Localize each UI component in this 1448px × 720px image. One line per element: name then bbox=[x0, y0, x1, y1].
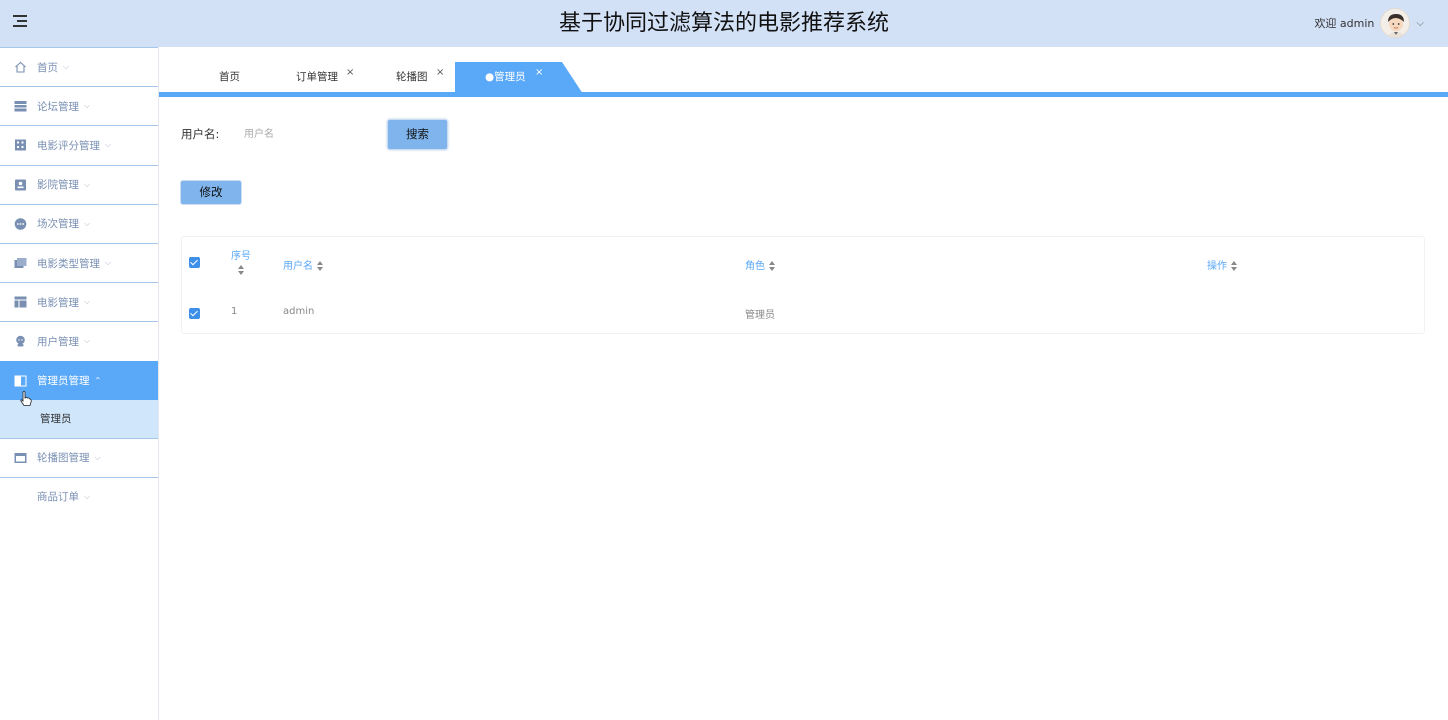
chevron-down-icon: ⌵ bbox=[84, 101, 91, 111]
search-button[interactable]: 搜索 bbox=[387, 119, 448, 150]
sidebar-item-cinemas[interactable]: 影院管理 ⌵ bbox=[0, 164, 158, 204]
column-header-index[interactable]: 序号 bbox=[230, 247, 252, 275]
list-icon bbox=[14, 100, 27, 112]
column-header-label: 序号 bbox=[231, 251, 251, 262]
page-title: 基于协同过滤算法的电影推荐系统 bbox=[558, 11, 889, 36]
banner-icon bbox=[14, 452, 27, 464]
welcome-text: 欢迎 admin bbox=[1314, 17, 1375, 30]
tab-banners[interactable]: 轮播图 × bbox=[396, 62, 444, 92]
select-all-checkbox[interactable] bbox=[189, 257, 200, 268]
sidebar: 首页 ⌵ 论坛管理 ⌵ 电影评分管理 ⌵ 影院管理 ⌵ 场次管理 ⌵ 电影类型管… bbox=[0, 47, 159, 720]
sidebar-subitem-label: 管理员 bbox=[40, 413, 72, 426]
close-icon[interactable]: × bbox=[346, 58, 354, 88]
sidebar-item-label: 轮播图管理 bbox=[37, 452, 90, 465]
chevron-down-icon: ⌵ bbox=[84, 297, 91, 307]
contact-icon bbox=[14, 179, 27, 191]
column-header-label: 用户名 bbox=[283, 261, 313, 272]
sidebar-item-label: 管理员管理 bbox=[37, 375, 90, 388]
tab-orders[interactable]: 订单管理 × bbox=[296, 62, 354, 92]
user-icon bbox=[14, 335, 27, 347]
sidebar-item-label: 电影管理 bbox=[37, 296, 79, 309]
username-search-input[interactable] bbox=[236, 122, 376, 146]
chevron-down-icon: ⌵ bbox=[105, 258, 112, 268]
column-header-actions[interactable]: 操作 bbox=[1207, 257, 1237, 272]
edit-button[interactable]: 修改 bbox=[180, 180, 242, 205]
row-checkbox[interactable] bbox=[189, 308, 200, 319]
username-search-label: 用户名: bbox=[181, 127, 220, 141]
column-header-label: 操作 bbox=[1207, 261, 1227, 272]
sidebar-item-label: 电影评分管理 bbox=[37, 139, 100, 152]
chevron-down-icon: ⌵ bbox=[84, 336, 91, 346]
home-icon bbox=[14, 61, 27, 73]
sidebar-item-home[interactable]: 首页 ⌵ bbox=[0, 47, 158, 86]
sidebar-item-ratings[interactable]: 电影评分管理 ⌵ bbox=[0, 125, 158, 164]
sort-icon[interactable] bbox=[317, 261, 323, 271]
chevron-up-icon: ⌃ bbox=[94, 376, 102, 386]
sort-icon[interactable] bbox=[769, 261, 775, 271]
sidebar-item-label: 商品订单 bbox=[37, 491, 79, 504]
user-menu[interactable]: 欢迎 admin ⌵ bbox=[1314, 5, 1424, 41]
folders-icon bbox=[14, 257, 27, 269]
layout-icon bbox=[14, 296, 27, 308]
chevron-down-icon: ⌵ bbox=[105, 140, 112, 150]
column-header-username[interactable]: 用户名 bbox=[283, 257, 323, 272]
close-icon[interactable]: × bbox=[535, 58, 543, 88]
sidebar-item-banners[interactable]: 轮播图管理 ⌵ bbox=[0, 437, 158, 477]
tab-home[interactable]: 首页 bbox=[219, 62, 240, 92]
sidebar-item-genres[interactable]: 电影类型管理 ⌵ bbox=[0, 242, 158, 282]
sidebar-item-label: 用户管理 bbox=[37, 335, 79, 348]
sidebar-item-label: 首页 bbox=[37, 61, 58, 74]
chevron-down-icon: ⌵ bbox=[84, 491, 91, 501]
sidebar-item-orders[interactable]: 商品订单 ⌵ bbox=[0, 476, 158, 516]
chevron-down-icon: ⌵ bbox=[84, 179, 91, 189]
avatar[interactable] bbox=[1380, 8, 1411, 38]
hand-cursor-icon bbox=[20, 391, 32, 406]
sidebar-item-label: 论坛管理 bbox=[37, 100, 79, 113]
tab-underline bbox=[159, 92, 1448, 97]
sidebar-item-sessions[interactable]: 场次管理 ⌵ bbox=[0, 203, 158, 243]
chevron-down-icon: ⌵ bbox=[94, 452, 101, 462]
column-header-label: 角色 bbox=[745, 261, 765, 272]
close-icon[interactable]: × bbox=[436, 58, 444, 88]
sidebar-item-users[interactable]: 用户管理 ⌵ bbox=[0, 321, 158, 360]
sidebar-item-forum[interactable]: 论坛管理 ⌵ bbox=[0, 86, 158, 125]
cell-username: admin bbox=[283, 306, 315, 317]
admin-table: 序号 用户名 角色 操作 1 admin 管理员 bbox=[181, 236, 1425, 334]
grid-icon bbox=[14, 139, 27, 151]
chevron-down-icon: ⌵ bbox=[63, 62, 70, 72]
sort-icon[interactable] bbox=[1231, 261, 1237, 271]
tab-label: 订单管理 bbox=[296, 71, 338, 83]
sidebar-item-label: 影院管理 bbox=[37, 179, 79, 192]
chevron-down-icon: ⌵ bbox=[84, 218, 91, 228]
tab-admin-active[interactable]: ●管理员 × bbox=[455, 62, 583, 94]
tab-label: 首页 bbox=[219, 71, 240, 83]
cell-role: 管理员 bbox=[745, 310, 775, 321]
sidebar-item-label: 电影类型管理 bbox=[37, 257, 100, 270]
sidebar-item-label: 场次管理 bbox=[37, 218, 79, 231]
chevron-down-icon[interactable]: ⌵ bbox=[1416, 18, 1424, 29]
tab-label: ●管理员 bbox=[485, 71, 526, 83]
sidebar-item-movies[interactable]: 电影管理 ⌵ bbox=[0, 282, 158, 321]
book-icon bbox=[14, 375, 27, 387]
blank-icon bbox=[14, 491, 27, 503]
column-header-role[interactable]: 角色 bbox=[745, 257, 775, 272]
sort-icon[interactable] bbox=[238, 265, 244, 275]
tab-bar: 首页 订单管理 × 轮播图 × ●管理员 × bbox=[159, 47, 1448, 97]
cell-index: 1 bbox=[231, 306, 238, 317]
user-avatar-icon bbox=[1381, 9, 1410, 37]
tab-label: 轮播图 bbox=[396, 71, 428, 83]
top-header: 基于协同过滤算法的电影推荐系统 欢迎 admin ⌵ bbox=[0, 0, 1448, 47]
dots-icon bbox=[14, 218, 27, 230]
